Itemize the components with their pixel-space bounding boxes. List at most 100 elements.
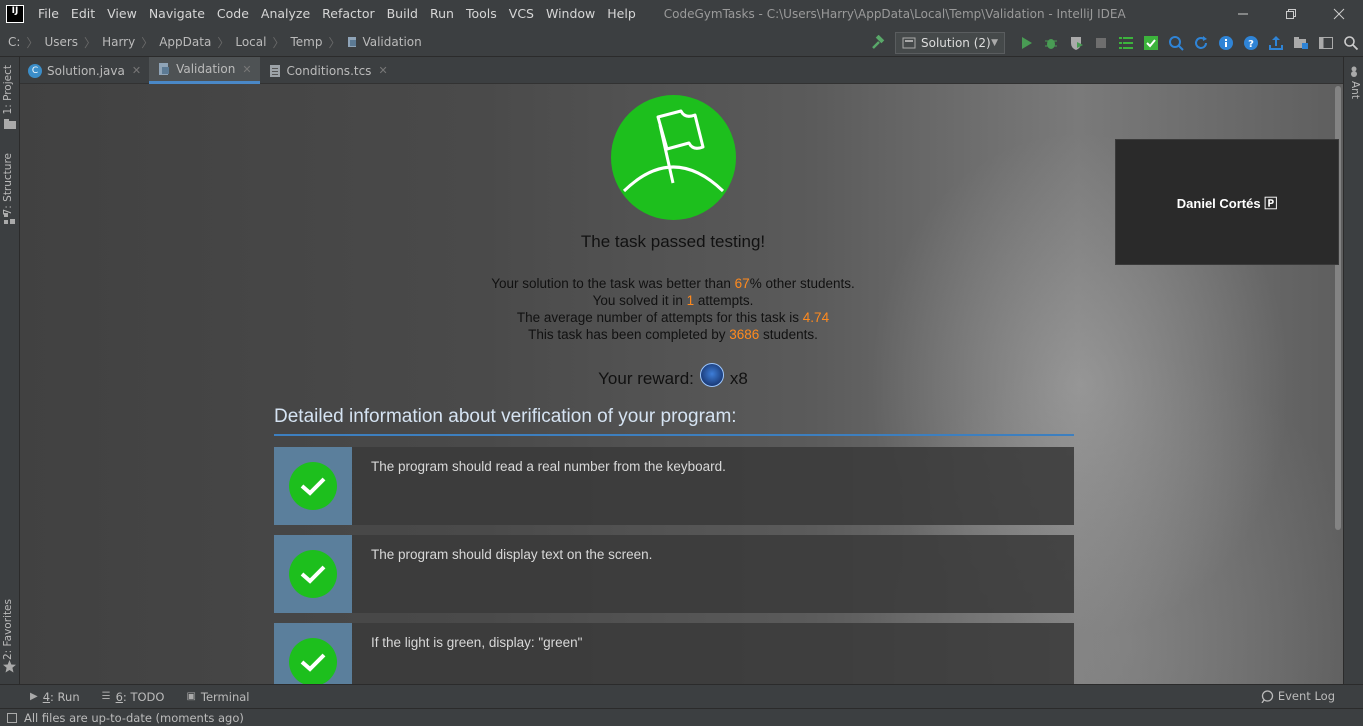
project-structure-button[interactable] [1289, 31, 1313, 55]
breadcrumb-validation: Validation [362, 35, 422, 49]
right-tool-strip: Ant [1343, 57, 1363, 684]
window-controls [1219, 0, 1363, 28]
verify-button[interactable] [1139, 31, 1163, 55]
better-than-value: 67 [734, 276, 750, 291]
menu-vcs[interactable]: VCS [503, 0, 540, 28]
breadcrumb-users[interactable]: Users [44, 35, 78, 49]
tab-label: Solution.java [47, 63, 125, 78]
tab-validation[interactable]: Validation ✕ [149, 57, 260, 84]
check-text: If the light is green, display: "green" [371, 635, 583, 650]
menu-refactor[interactable]: Refactor [316, 0, 380, 28]
navigation-bar: C: 〉 Users 〉 Harry 〉 AppData 〉 Local 〉 T… [0, 28, 1363, 57]
structure-tool-label: 7: Structure [2, 153, 14, 216]
left-tool-strip: 1: Project 7: Structure 2: Favorites [0, 57, 20, 684]
average-attempts-value: 4.74 [802, 310, 830, 325]
terminal-icon: ▣ [186, 691, 196, 702]
debug-button[interactable] [1039, 31, 1063, 55]
check-row: The program should read a real number fr… [274, 447, 1074, 525]
info-button[interactable] [1214, 31, 1238, 55]
ant-tool-tab[interactable]: Ant [1349, 81, 1361, 99]
folder-icon [1293, 36, 1308, 49]
menu-view[interactable]: View [101, 0, 143, 28]
favorites-tool-label: 2: Favorites [2, 599, 14, 660]
close-icon[interactable]: ✕ [132, 64, 141, 77]
hammer-icon [871, 34, 884, 49]
search-everywhere-button[interactable] [1339, 31, 1363, 55]
dropdown-arrow-icon: ▼ [991, 37, 998, 48]
presentation-button[interactable] [1314, 31, 1338, 55]
question-icon: ? [1243, 35, 1258, 50]
text-file-icon [269, 64, 280, 77]
breadcrumb-appdata[interactable]: AppData [159, 35, 211, 49]
favorites-tool-tab[interactable]: 2: Favorites [2, 599, 14, 660]
check-text: The program should read a real number fr… [371, 459, 726, 474]
run-tool-button[interactable]: ▶ 4: Run [30, 690, 80, 704]
event-log-button[interactable]: Event Log [1261, 689, 1335, 703]
star-icon [3, 660, 16, 673]
menu-analyze[interactable]: Analyze [255, 0, 316, 28]
stop-button[interactable] [1089, 31, 1113, 55]
close-icon[interactable]: ✕ [378, 64, 387, 77]
menu-run[interactable]: Run [424, 0, 460, 28]
menu-edit[interactable]: Edit [65, 0, 101, 28]
chevron-right-icon: 〉 [26, 35, 39, 50]
menu-tools[interactable]: Tools [460, 0, 503, 28]
tab-label: Conditions.tcs [286, 63, 372, 78]
build-button[interactable] [865, 31, 889, 55]
check-icon [289, 638, 337, 684]
help-search-button[interactable] [1164, 31, 1188, 55]
details-heading: Detailed information about verification … [274, 406, 1074, 436]
refresh-button[interactable] [1189, 31, 1213, 55]
project-tool-label: 1: Project [2, 65, 14, 115]
completed-by-value: 3686 [729, 327, 760, 342]
refresh-icon [1194, 35, 1207, 49]
tab-conditions-tcs[interactable]: Conditions.tcs ✕ [260, 57, 396, 84]
menu-build[interactable]: Build [381, 0, 424, 28]
user-name: Daniel Cortés 🄿 [1176, 195, 1278, 211]
upload-button[interactable] [1264, 31, 1288, 55]
magnifier-icon [1168, 35, 1184, 51]
task-list-button[interactable] [1114, 31, 1138, 55]
menu-navigate[interactable]: Navigate [143, 0, 211, 28]
minimize-button[interactable] [1219, 0, 1267, 28]
breadcrumb-temp[interactable]: Temp [290, 35, 322, 49]
project-tool-tab[interactable]: 1: Project [2, 65, 14, 114]
coverage-button[interactable] [1064, 31, 1088, 55]
info-icon [1218, 35, 1233, 50]
search-icon [1343, 35, 1358, 50]
todo-tool-button[interactable]: ☰ 6: TODO [102, 690, 165, 704]
checkbox-icon [1143, 35, 1158, 50]
menu-file[interactable]: File [32, 0, 65, 28]
run-configuration-select[interactable]: Solution (2) ▼ [895, 31, 1005, 54]
close-button[interactable] [1315, 0, 1363, 28]
menu-help[interactable]: Help [601, 0, 642, 28]
terminal-tool-button[interactable]: ▣ Terminal [186, 690, 249, 704]
chevron-right-icon: 〉 [217, 35, 230, 50]
reward-line: Your reward: x8 [20, 363, 1326, 391]
close-icon[interactable]: ✕ [242, 63, 251, 76]
check-icon [289, 550, 337, 598]
breadcrumb-drive[interactable]: C: [8, 35, 20, 49]
ant-icon [1351, 66, 1357, 77]
title-bar: IJ File Edit View Navigate Code Analyze … [0, 0, 1363, 28]
stat-attempts: You solved it in 1 attempts. [592, 293, 754, 308]
breadcrumb-local[interactable]: Local [235, 35, 266, 49]
restore-button[interactable] [1267, 0, 1315, 28]
list-icon [1118, 36, 1133, 49]
tab-solution-java[interactable]: C Solution.java ✕ [20, 57, 149, 84]
breadcrumb-harry[interactable]: Harry [102, 35, 135, 49]
run-configuration-label: Solution (2) [921, 35, 991, 50]
play-icon: ▶ [30, 691, 38, 702]
file-icon [348, 37, 357, 47]
bottom-tool-bar: ▶ 4: Run ☰ 6: TODO ▣ Terminal Event Log [0, 684, 1363, 708]
help-button[interactable]: ? [1239, 31, 1263, 55]
user-popup: Daniel Cortés 🄿 [1115, 139, 1339, 265]
toggle-tool-windows-icon[interactable] [6, 712, 18, 724]
play-icon [1021, 36, 1032, 49]
event-log-icon [1261, 689, 1274, 703]
run-button[interactable] [1014, 31, 1038, 55]
menu-window[interactable]: Window [540, 0, 601, 28]
menu-code[interactable]: Code [211, 0, 255, 28]
structure-tool-tab[interactable]: 7: Structure [2, 153, 14, 215]
breadcrumb-validation-item[interactable]: Validation [346, 35, 422, 49]
